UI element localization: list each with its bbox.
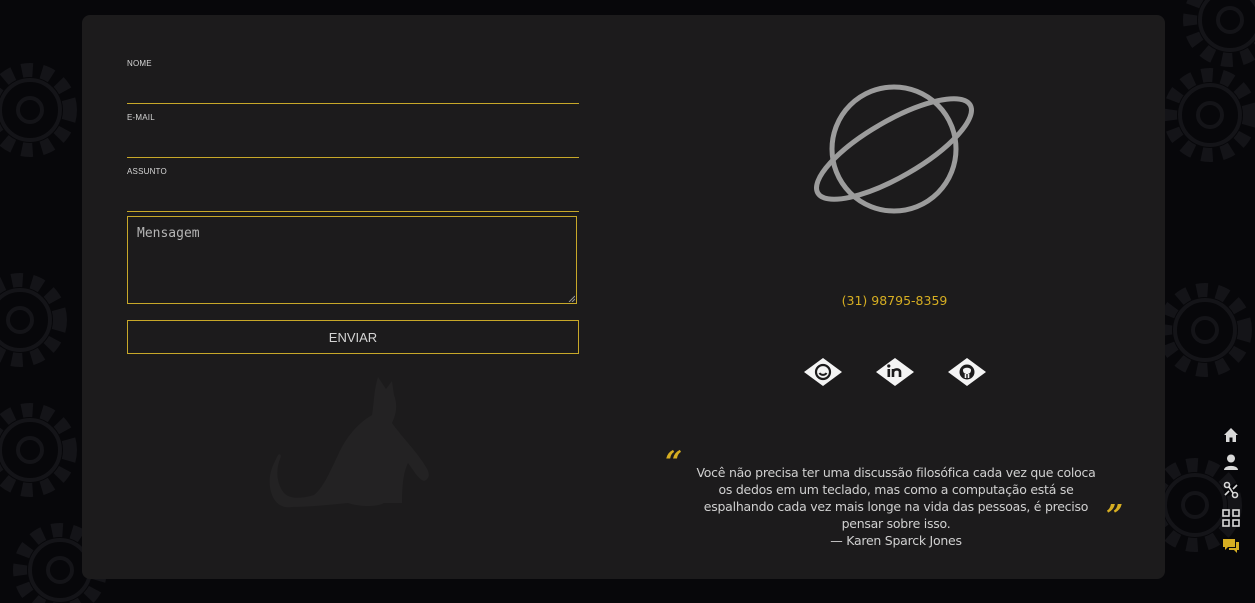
message-box	[127, 216, 577, 304]
home-icon	[1224, 428, 1238, 442]
resize-handle-icon[interactable]	[568, 295, 575, 302]
contact-form: NOME E-MAIL ASSUNTO ENVIAR	[127, 57, 583, 354]
skills-icon	[1223, 481, 1239, 499]
cat-silhouette-icon	[269, 377, 429, 508]
subject-label: ASSUNTO	[127, 167, 167, 176]
email-input[interactable]	[127, 135, 583, 157]
skype-link[interactable]	[801, 355, 845, 389]
social-links	[801, 355, 991, 389]
nav-skills[interactable]	[1220, 480, 1242, 500]
quote-text: Você não precisa ter uma discussão filos…	[696, 465, 1096, 531]
github-icon	[948, 358, 986, 386]
linkedin-link[interactable]	[873, 355, 917, 389]
subject-input[interactable]	[127, 189, 583, 211]
nav-home[interactable]	[1220, 425, 1242, 445]
contact-chat-icon	[1223, 539, 1239, 553]
linkedin-icon	[876, 358, 914, 386]
quote-block: Você não precisa ter uma discussão filos…	[692, 464, 1100, 549]
subject-field-group: ASSUNTO	[127, 167, 583, 219]
planet-icon	[814, 84, 974, 214]
nav-about[interactable]	[1220, 452, 1242, 472]
quote-open-mark: “	[665, 445, 683, 480]
message-textarea[interactable]	[128, 217, 576, 303]
email-underline	[127, 157, 579, 158]
subject-underline	[127, 211, 579, 212]
email-label: E-MAIL	[127, 113, 155, 122]
name-label: NOME	[127, 59, 152, 68]
github-link[interactable]	[945, 355, 989, 389]
name-input[interactable]	[127, 81, 583, 103]
phone-number: (31) 98795-8359	[841, 293, 948, 308]
contact-card: NOME E-MAIL ASSUNTO ENVIAR (31) 98795	[82, 15, 1165, 579]
skype-icon	[804, 358, 842, 386]
nav-portfolio[interactable]	[1220, 508, 1242, 528]
portfolio-grid-icon	[1222, 509, 1240, 527]
quote-author: — Karen Sparck Jones	[830, 533, 962, 548]
name-field-group: NOME	[127, 59, 583, 111]
user-icon	[1224, 454, 1238, 470]
nav-contact[interactable]	[1220, 536, 1242, 556]
email-field-group: E-MAIL	[127, 113, 583, 165]
send-button[interactable]: ENVIAR	[127, 320, 579, 354]
name-underline	[127, 103, 579, 104]
quote-close-mark: ”	[1106, 499, 1124, 534]
